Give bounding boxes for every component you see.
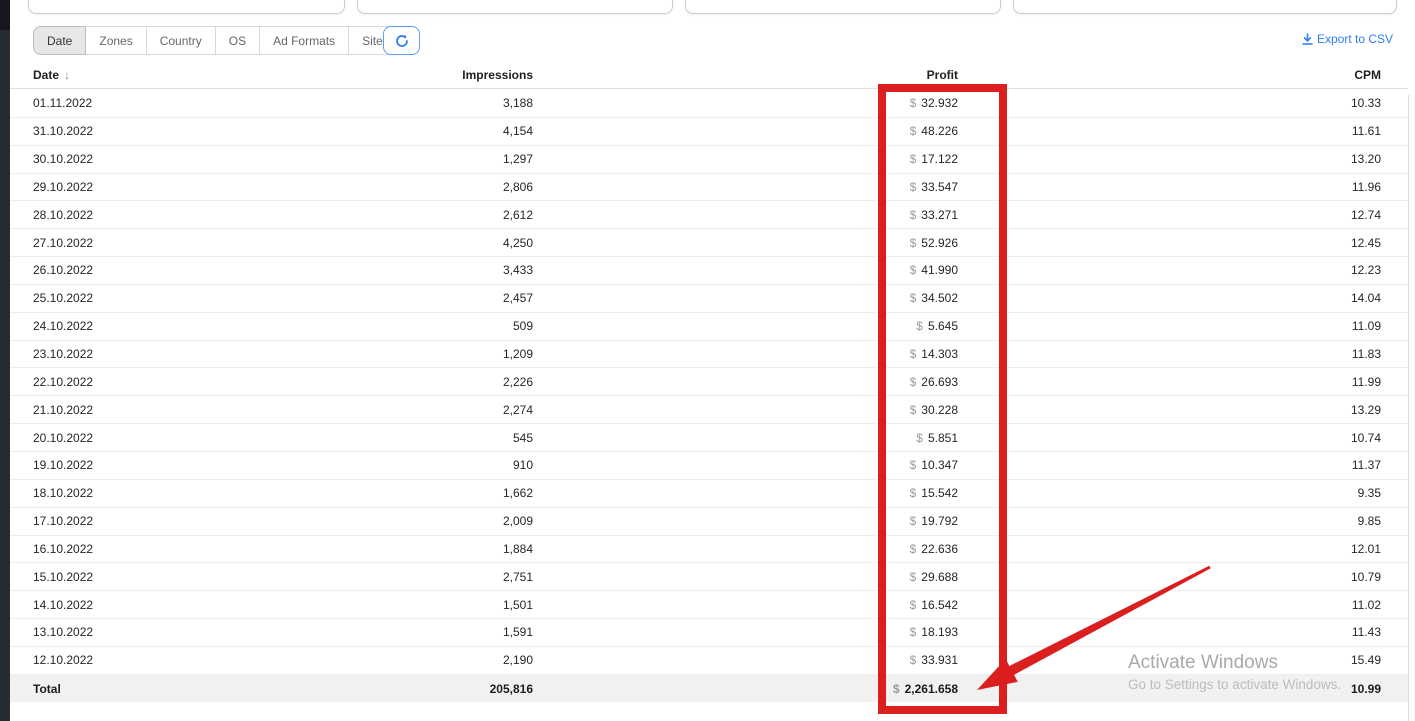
table-row: 23.10.2022 1,209 $ 14.303 11.83 [0,341,1408,369]
filter-input-4[interactable] [1013,0,1397,14]
stats-report-page: Date Zones Country OS Ad Formats Sites E… [0,0,1415,721]
table-row: 27.10.2022 4,250 $ 52.926 12.45 [0,229,1408,257]
table-header: Date ↓ Impressions Profit CPM [0,62,1408,89]
table-row: 30.10.2022 1,297 $ 17.122 13.20 [0,146,1408,174]
table-row: 15.10.2022 2,751 $ 29.688 10.79 [0,563,1408,591]
table-row: 12.10.2022 2,190 $ 33.931 15.49 [0,647,1408,675]
cpm-cell: 10.79 [0,563,1381,590]
table-row: 28.10.2022 2,612 $ 33.271 12.74 [0,201,1408,229]
cpm-cell: 14.04 [0,285,1381,312]
cpm-cell: 9.35 [0,480,1381,507]
table-row: 19.10.2022 910 $ 10.347 11.37 [0,452,1408,480]
tab-ad-formats[interactable]: Ad Formats [260,26,349,55]
total-cpm-cell: 10.99 [0,675,1381,702]
cpm-cell: 11.99 [0,368,1381,395]
cpm-cell: 12.45 [0,229,1381,256]
cpm-cell: 11.37 [0,452,1381,479]
table-row: 18.10.2022 1,662 $ 15.542 9.35 [0,480,1408,508]
sidebar-edge [0,0,10,721]
sidebar-edge-top [0,0,10,30]
cpm-cell: 11.09 [0,313,1381,340]
cpm-cell: 11.43 [0,619,1381,646]
table-row: 26.10.2022 3,433 $ 41.990 12.23 [0,257,1408,285]
table-total-row: Total 205,816 $ 2,261.658 10.99 [0,675,1408,702]
table-body: 01.11.2022 3,188 $ 32.932 10.33 31.10.20… [0,90,1408,675]
filter-input-3[interactable] [685,0,1001,14]
cpm-cell: 11.61 [0,118,1381,145]
table-row: 24.10.2022 509 $ 5.645 11.09 [0,313,1408,341]
cpm-cell: 13.20 [0,146,1381,173]
cpm-cell: 12.23 [0,257,1381,284]
table-row: 21.10.2022 2,274 $ 30.228 13.29 [0,396,1408,424]
table-row: 22.10.2022 2,226 $ 26.693 11.99 [0,368,1408,396]
filter-input-1[interactable] [28,0,345,14]
table-row: 31.10.2022 4,154 $ 48.226 11.61 [0,118,1408,146]
filter-input-2[interactable] [357,0,673,14]
table-row: 13.10.2022 1,591 $ 18.193 11.43 [0,619,1408,647]
refresh-icon [395,34,409,48]
vertical-scrollbar[interactable] [1408,95,1415,721]
table-row: 20.10.2022 545 $ 5.851 10.74 [0,424,1408,452]
cpm-cell: 11.02 [0,591,1381,618]
export-label: Export to CSV [1317,32,1393,46]
cpm-cell: 10.33 [0,90,1381,117]
cpm-cell: 10.74 [0,424,1381,451]
tab-date[interactable]: Date [33,26,86,55]
export-to-csv-link[interactable]: Export to CSV [1302,31,1393,47]
cpm-cell: 12.01 [0,536,1381,563]
download-icon [1302,33,1313,45]
cpm-cell: 15.49 [0,647,1381,674]
table-row: 25.10.2022 2,457 $ 34.502 14.04 [0,285,1408,313]
table-row: 01.11.2022 3,188 $ 32.932 10.33 [0,90,1408,118]
table-row: 14.10.2022 1,501 $ 16.542 11.02 [0,591,1408,619]
cpm-cell: 11.83 [0,341,1381,368]
group-by-tabs: Date Zones Country OS Ad Formats Sites [33,26,403,55]
cpm-cell: 9.85 [0,508,1381,535]
cpm-cell: 13.29 [0,396,1381,423]
tab-country[interactable]: Country [147,26,216,55]
table-row: 17.10.2022 2,009 $ 19.792 9.85 [0,508,1408,536]
refresh-button[interactable] [383,26,420,55]
cpm-cell: 11.96 [0,174,1381,201]
column-header-cpm[interactable]: CPM [0,62,1381,88]
cpm-cell: 12.74 [0,201,1381,228]
tab-os[interactable]: OS [216,26,260,55]
table-row: 16.10.2022 1,884 $ 22.636 12.01 [0,536,1408,564]
table-row: 29.10.2022 2,806 $ 33.547 11.96 [0,174,1408,202]
tab-zones[interactable]: Zones [86,26,146,55]
